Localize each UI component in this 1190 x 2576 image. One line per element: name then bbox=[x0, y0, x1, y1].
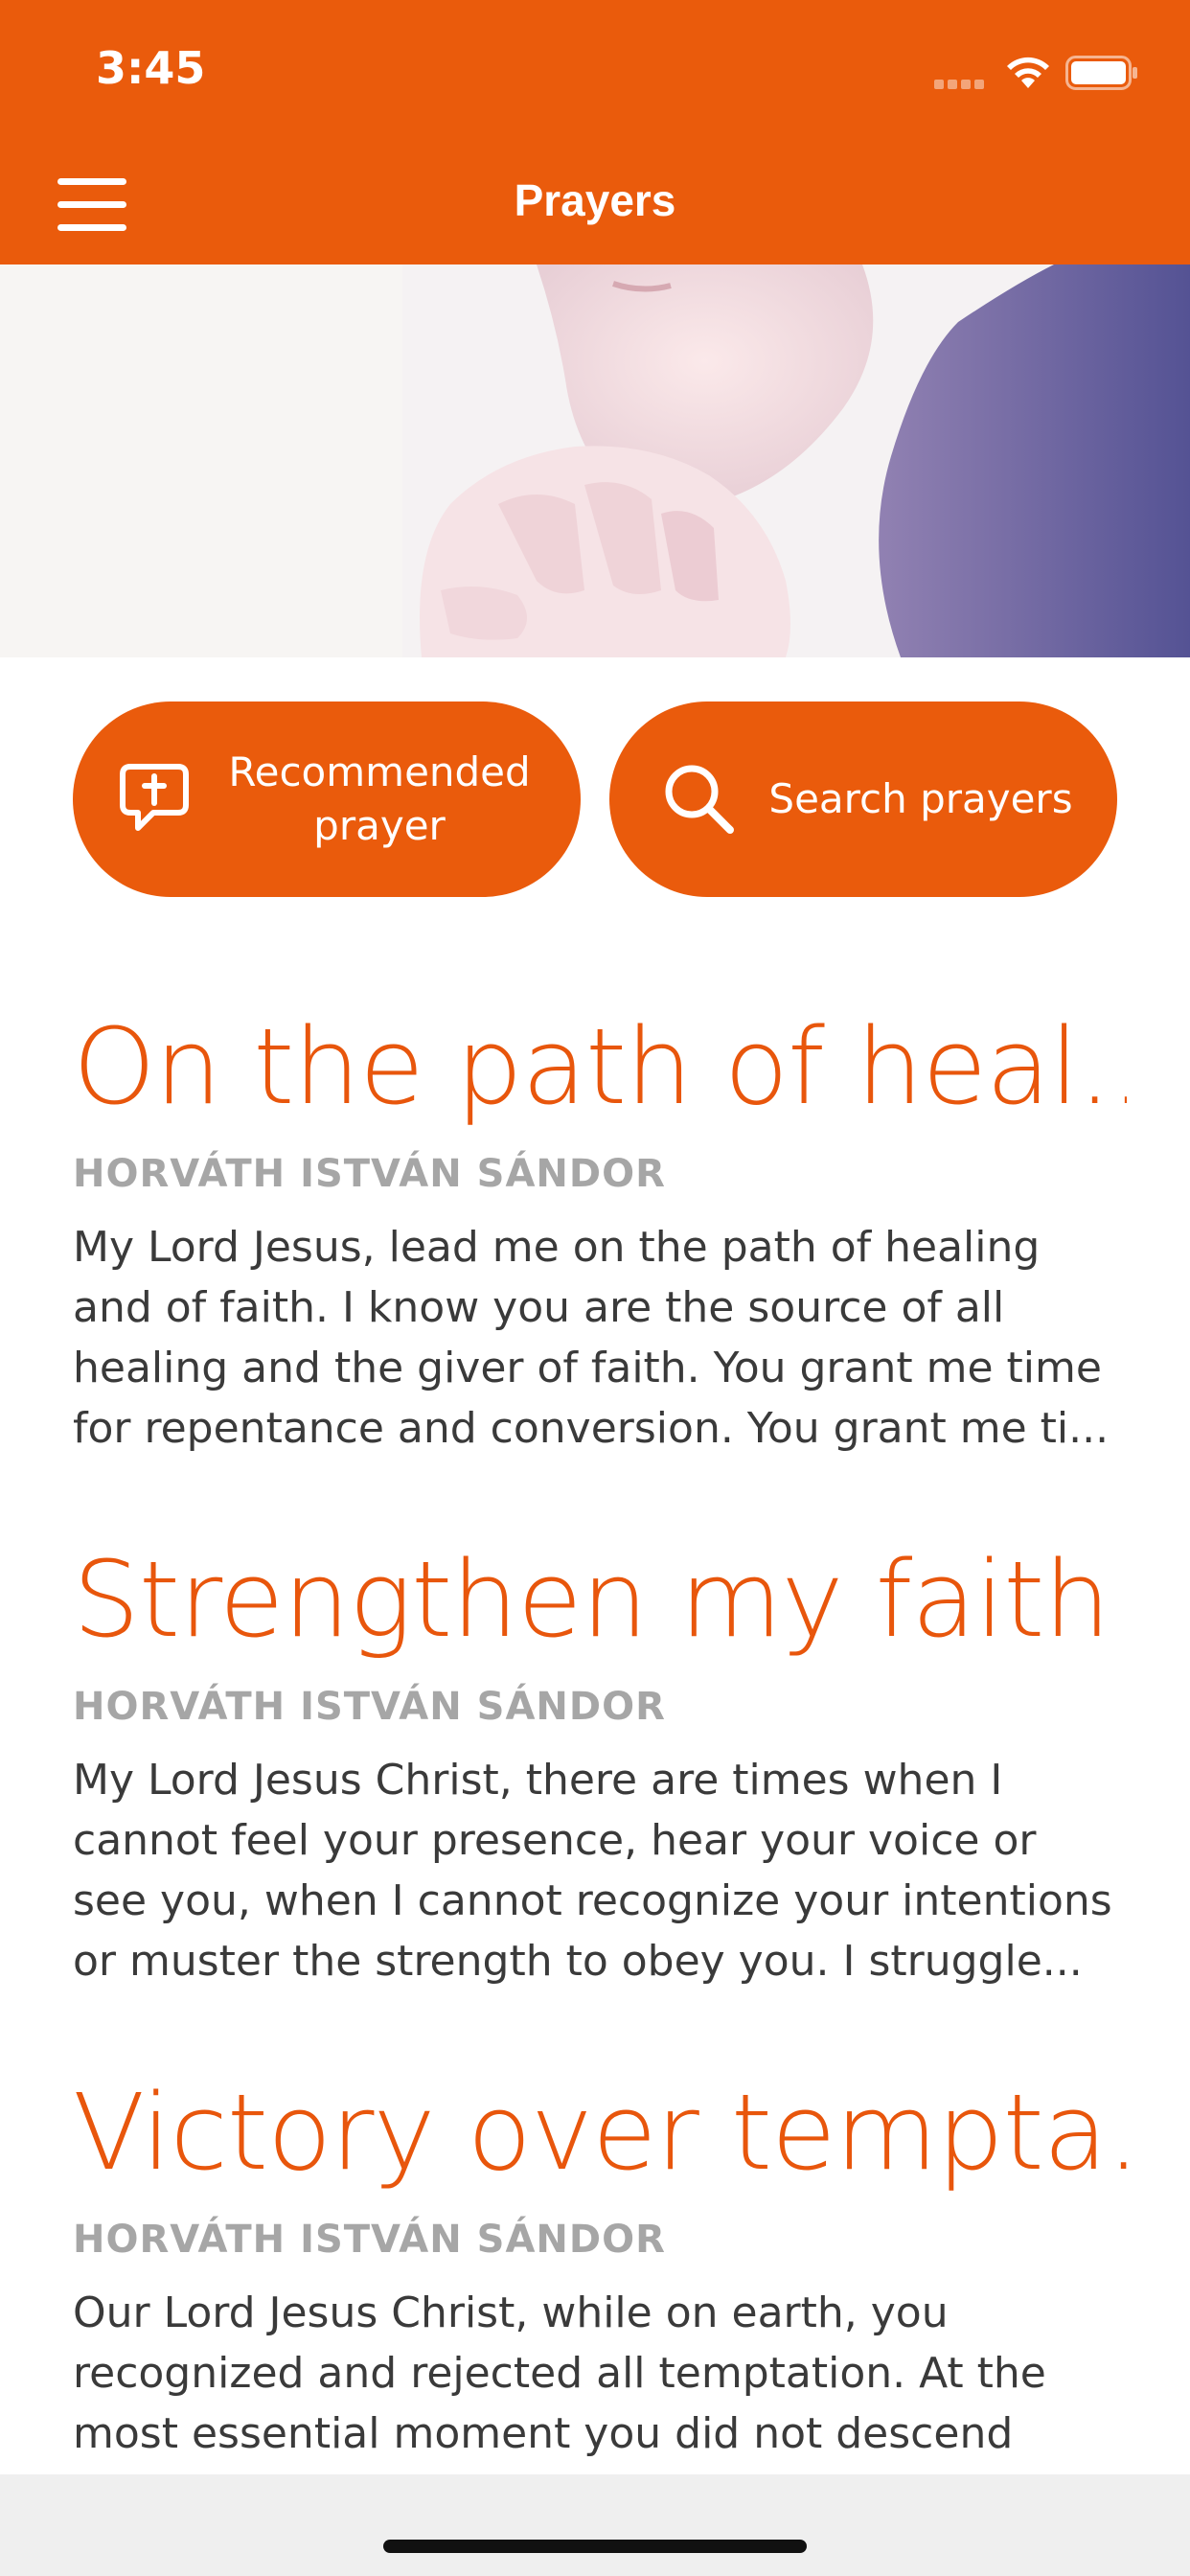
prayer-author: HORVÁTH ISTVÁN SÁNDOR bbox=[73, 2218, 666, 2262]
prayer-title[interactable]: On the path of heal... bbox=[73, 1004, 1127, 1129]
prayer-excerpt: Our Lord Jesus Christ, while on earth, y… bbox=[73, 2288, 1046, 2458]
prayer-title[interactable]: Strengthen my faith! bbox=[73, 1537, 1127, 1662]
prayer-excerpt: My Lord Jesus Christ, there are times wh… bbox=[73, 1756, 1112, 1986]
prayer-author: HORVÁTH ISTVÁN SÁNDOR bbox=[73, 1685, 666, 1729]
home-indicator[interactable] bbox=[383, 2540, 807, 2553]
status-time: 3:45 bbox=[96, 42, 206, 94]
wifi-icon bbox=[1004, 54, 1052, 95]
prayer-excerpt: My Lord Jesus, lead me on the path of he… bbox=[73, 1223, 1110, 1453]
hero-image bbox=[0, 264, 1190, 657]
prayer-item[interactable]: On the path of heal... HORVÁTH ISTVÁN SÁ… bbox=[73, 1004, 1127, 1459]
prayer-item[interactable]: Strengthen my faith! HORVÁTH ISTVÁN SÁND… bbox=[73, 1537, 1127, 1991]
prayer-item[interactable]: Victory over tempta... HORVÁTH ISTVÁN SÁ… bbox=[73, 2070, 1127, 2464]
cellular-signal-icon bbox=[934, 77, 988, 94]
prayer-author: HORVÁTH ISTVÁN SÁNDOR bbox=[73, 1152, 666, 1196]
prayer-title[interactable]: Victory over tempta... bbox=[73, 2070, 1127, 2195]
page-title: Prayers bbox=[514, 175, 676, 225]
prayer-list: On the path of heal... HORVÁTH ISTVÁN SÁ… bbox=[0, 657, 1190, 2474]
app-bar: Prayers bbox=[0, 144, 1190, 264]
status-bar: 3:45 bbox=[0, 0, 1190, 144]
battery-icon bbox=[1065, 56, 1138, 95]
bottom-bar bbox=[0, 2474, 1190, 2576]
